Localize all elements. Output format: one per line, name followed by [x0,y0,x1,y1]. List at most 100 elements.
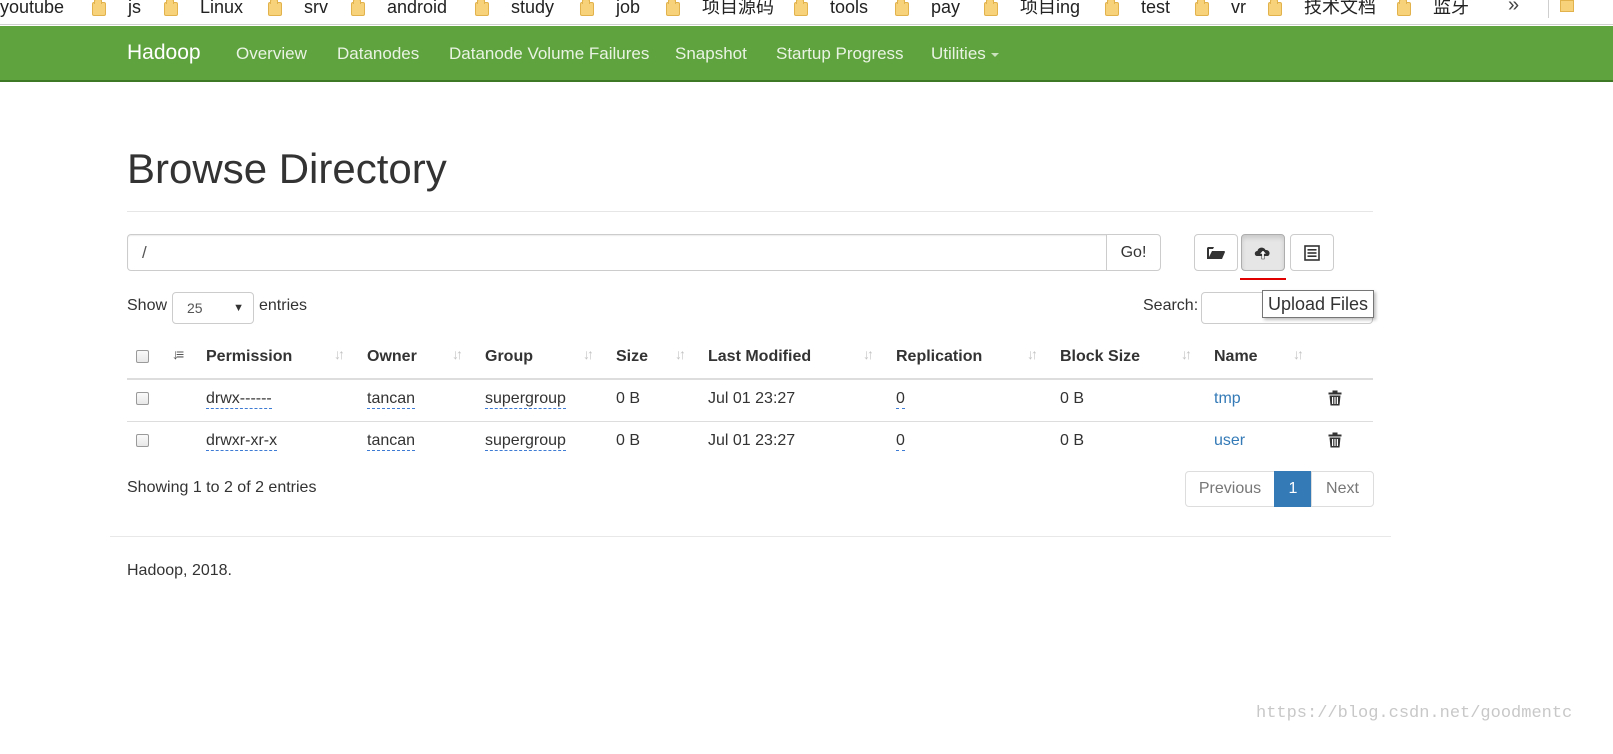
cell-replication[interactable]: 0 [896,390,905,409]
nav-utilities-label: Utilities [931,44,986,63]
next-page-button[interactable]: Next [1311,471,1374,507]
column-header-block-size[interactable]: Block Size [1060,348,1140,366]
owner-link[interactable]: tancan [367,432,416,451]
sort-descending-icon[interactable]: ↓≡ [172,346,184,362]
page-length-select[interactable]: 25 ▼ [172,292,254,324]
column-header-name[interactable]: Name [1214,348,1258,366]
bookmark-label: js [128,0,141,17]
sort-icon[interactable]: ↓↑ [1181,346,1192,362]
list-alt-icon [1304,244,1320,261]
table-row-divider [127,421,1373,422]
show-label: Show [127,297,168,314]
bookmark-monitor[interactable]: 监牙 [1397,0,1469,19]
sort-icon[interactable]: ↓↑ [452,346,463,362]
bookmark-label: 技术文档 [1304,0,1376,17]
bookmark-linux[interactable]: Linux [164,0,243,19]
nav-datanodes[interactable]: Datanodes [337,44,419,64]
table-header-divider [127,378,1373,380]
row-checkbox[interactable] [136,434,149,447]
folder-icon [1397,0,1411,16]
bookmark-js[interactable]: js [92,0,141,19]
cell-permission[interactable]: drwx------ [206,390,272,409]
column-header-group[interactable]: Group [485,348,533,366]
file-name-link[interactable]: tmp [1214,390,1241,408]
table-info: Showing 1 to 2 of 2 entries [127,479,317,496]
bookmark-job[interactable]: job [580,0,640,19]
sort-icon[interactable]: ↓↑ [1027,346,1038,362]
cut-paste-button[interactable] [1290,234,1334,271]
bookmark-tools[interactable]: tools [794,0,868,19]
permission-link[interactable]: drwx------ [206,390,272,409]
permission-link[interactable]: drwxr-xr-x [206,432,278,451]
bookmark-study[interactable]: study [475,0,554,19]
bookmark-project-ing[interactable]: 项目ing [984,0,1080,19]
page-1-button[interactable]: 1 [1274,471,1312,507]
nav-snapshot[interactable]: Snapshot [675,44,747,64]
go-button[interactable]: Go! [1106,234,1161,271]
bookmarks-overflow-button[interactable]: » [1508,0,1519,17]
folder-icon [268,0,282,16]
page-length-value: 25 [187,300,203,316]
bookmark-label: Linux [200,0,244,17]
create-directory-button[interactable] [1194,234,1238,271]
bookmark-label: job [616,0,641,17]
bookmark-pay[interactable]: pay [895,0,960,19]
column-header-last-modified[interactable]: Last Modified [708,348,811,366]
upload-files-button[interactable] [1241,234,1285,271]
nav-volume-failures[interactable]: Datanode Volume Failures [449,44,649,64]
dropdown-arrow-icon: ▼ [233,302,244,314]
trash-icon[interactable] [1328,390,1342,406]
sort-icon[interactable]: ↓↑ [1293,346,1304,362]
column-header-size[interactable]: Size [616,348,648,366]
bookmark-test[interactable]: test [1105,0,1170,19]
nav-utilities-dropdown[interactable]: Utilities [931,44,999,64]
bookmark-vr[interactable]: vr [1195,0,1246,19]
bookmark-label: youtube [0,0,65,17]
file-name-link[interactable]: user [1214,432,1245,450]
bookmark-youtube[interactable]: youtube [0,0,64,19]
cell-last-modified: Jul 01 23:27 [708,432,796,449]
row-checkbox[interactable] [136,392,149,405]
sort-icon[interactable]: ↓↑ [334,346,345,362]
nav-overview[interactable]: Overview [236,44,307,64]
folder-icon [580,0,594,16]
replication-link[interactable]: 0 [896,432,905,451]
replication-link[interactable]: 0 [896,390,905,409]
bookmark-project-source[interactable]: 项目源码 [666,0,774,19]
column-header-owner[interactable]: Owner [367,348,417,366]
page-title: Browse Directory [127,145,447,192]
bookmark-tech-docs[interactable]: 技术文档 [1268,0,1376,19]
search-label: Search: [1143,297,1199,314]
bookmark-srv[interactable]: srv [268,0,328,19]
cell-replication[interactable]: 0 [896,432,905,451]
column-header-permission[interactable]: Permission [206,348,292,366]
sort-icon[interactable]: ↓↑ [583,346,594,362]
folder-icon[interactable] [1560,0,1574,12]
trash-icon[interactable] [1328,432,1342,448]
bookmark-label: vr [1231,0,1246,17]
bookmark-android[interactable]: android [351,0,447,19]
cell-group[interactable]: supergroup [485,390,566,409]
column-header-replication[interactable]: Replication [896,348,982,366]
folder-icon [351,0,365,16]
bookmark-label: study [511,0,555,17]
watermark: https://blog.csdn.net/goodmentc [1256,704,1573,723]
sort-icon[interactable]: ↓↑ [863,346,874,362]
group-link[interactable]: supergroup [485,432,566,451]
cell-group[interactable]: supergroup [485,432,566,451]
owner-link[interactable]: tancan [367,390,416,409]
folder-open-icon [1207,246,1225,259]
cell-permission[interactable]: drwxr-xr-x [206,432,278,451]
group-link[interactable]: supergroup [485,390,566,409]
folder-icon [895,0,909,16]
directory-path-input[interactable]: / [127,234,1108,271]
navbar-brand[interactable]: Hadoop [127,41,201,65]
select-all-checkbox[interactable] [136,350,149,363]
title-divider [127,211,1373,212]
cell-owner[interactable]: tancan [367,432,416,451]
sort-icon[interactable]: ↓↑ [675,346,686,362]
cell-owner[interactable]: tancan [367,390,416,409]
cell-block-size: 0 B [1060,390,1085,407]
previous-page-button[interactable]: Previous [1185,471,1275,507]
nav-startup-progress[interactable]: Startup Progress [776,44,904,64]
